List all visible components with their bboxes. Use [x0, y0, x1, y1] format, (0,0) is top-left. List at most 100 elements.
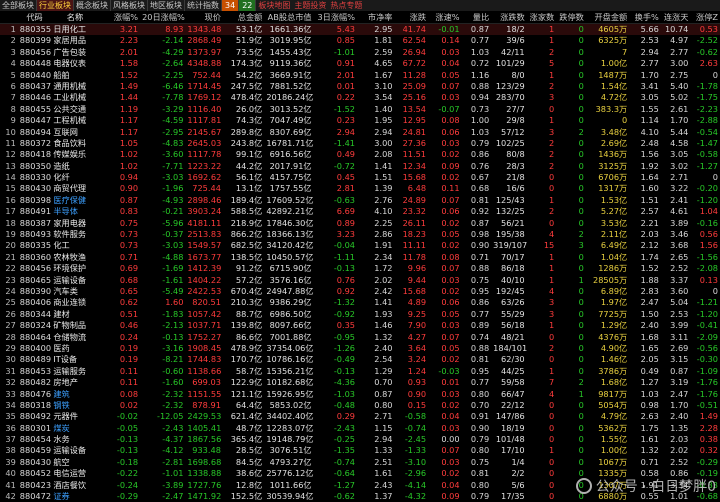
table-cell: 0: [549, 491, 555, 502]
table-row[interactable]: 16 880398 医疗保健 0.87 -4.93 2898.46 189.4亿 17609.…: [0, 195, 720, 206]
table-row[interactable]: 36 880301 煤炭 -0.05 -2.43 1405.41 48.7亿 12283.07…: [0, 423, 720, 434]
table-row[interactable]: 21 880360 农林牧渔 0.71 -4.88 1673.77 138.5亿 10450.…: [0, 252, 720, 263]
table-row[interactable]: 2 880399 家居用品 2.23 -2.14 2868.49 51.9亿 3019.95亿…: [0, 35, 720, 46]
table-row[interactable]: 28 880464 仓储物流 0.24 -0.13 1752.27 86.6亿 7001.88…: [0, 332, 720, 343]
table-row[interactable]: 8 880455 公共交通 1.19 -3.29 1116.40 26.0亿 3013.52亿…: [0, 104, 720, 115]
table-row[interactable]: 30 880489 IT设备 0.19 -8.21 1744.83 170.7亿 10786.…: [0, 354, 720, 365]
table-cell: 0.03: [441, 422, 460, 433]
table-row[interactable]: 12 880418 传媒娱乐 1.02 -3.60 1117.78 99.1亿 6916.56…: [0, 149, 720, 160]
table-row[interactable]: 3 880456 广告包装 2.01 -4.29 1373.97 73.5亿 1455.43亿…: [0, 47, 720, 58]
tab-9[interactable]: 主题投资: [292, 0, 328, 11]
table-row[interactable]: 26 880344 建材 0.51 -1.83 1057.42 88.7亿 6986.50亿 -…: [0, 309, 720, 320]
table-row[interactable]: 37 880454 水务 -0.13 -4.37 1867.56 365.4亿 19148.7…: [0, 434, 720, 445]
column-header[interactable]: 涨跌数: [491, 11, 527, 23]
table-cell: 农林牧渔: [53, 251, 87, 262]
table-row[interactable]: 29 880400 医药 0.19 -3.16 1908.45 478.9亿 37354.06…: [0, 343, 720, 354]
table-cell: 2: [549, 149, 555, 160]
table-cell: 电器仪表: [53, 58, 87, 69]
column-header[interactable]: 涨跌: [395, 11, 429, 23]
table-row[interactable]: 34 880318 钢铁 0.02 -2.32 878.91 64.4亿 5853.02亿 -0…: [0, 400, 720, 411]
tab-5[interactable]: 统计指数: [185, 0, 222, 11]
table-cell: 2.43: [374, 479, 393, 490]
table-row[interactable]: 23 880465 运输设备 0.68 -1.61 1404.22 57.2亿 3576.16…: [0, 275, 720, 286]
table-row[interactable]: 5 880440 船舶 1.52 -2.25 752.44 54.2亿 3669.91亿 2.0…: [0, 70, 720, 81]
column-header[interactable]: 涨速%: [428, 11, 462, 23]
column-header[interactable]: 3日涨幅%: [314, 11, 357, 23]
table-cell: 0.07: [441, 80, 460, 91]
table-cell: 2: [549, 46, 555, 57]
table-cell: 2.52: [670, 456, 689, 467]
table-cell: 2.63: [640, 411, 659, 422]
table-row[interactable]: 33 880476 建筑 0.08 -2.32 1151.55 121.1亿 15926.95…: [0, 389, 720, 400]
column-header[interactable]: 换手%: [629, 11, 661, 23]
table-cell: 0.80: [470, 479, 490, 490]
table-row[interactable]: 27 880324 矿物制品 0.46 -2.13 1037.71 139.8亿 8097.6…: [0, 320, 720, 331]
table-cell: 1: [549, 263, 555, 274]
table-row[interactable]: 4 880448 电器仪表 1.58 -2.64 4348.88 174.3亿 9119.36…: [0, 58, 720, 69]
table-row[interactable]: 10 880494 互联网 1.17 -2.95 2145.67 289.8亿 8307.69…: [0, 127, 720, 138]
table-row[interactable]: 1 880355 日用化工 3.21 8.93 1343.48 53.1亿 1661.36亿 5…: [0, 24, 720, 36]
table-cell: 64.4亿: [235, 399, 263, 410]
table-cell: 18.23: [402, 229, 427, 240]
table-row[interactable]: 24 880390 汽车类 0.65 -5.49 2422.53 670.4亿 24947.8…: [0, 286, 720, 297]
table-cell: 2.69亿: [600, 137, 628, 148]
tab-1[interactable]: 行业板块: [37, 0, 74, 11]
tab-2[interactable]: 概念板块: [74, 0, 111, 11]
table-cell: 1: [578, 388, 584, 399]
column-header[interactable]: 连涨天: [661, 11, 691, 23]
table-row[interactable]: 20 880335 化工 0.73 -3.03 1549.57 682.5亿 34120.42…: [0, 240, 720, 251]
column-header[interactable]: 量比: [462, 11, 492, 23]
table-row[interactable]: 17 880491 半导体 0.83 -0.21 3903.24 588.5亿 42892.2…: [0, 206, 720, 217]
table-cell: 880489: [19, 354, 52, 365]
table-cell: 0: [549, 103, 555, 114]
table-cell: 121.1亿: [230, 388, 263, 399]
column-header[interactable]: 跌停数: [556, 11, 586, 23]
table-row[interactable]: 6 880437 通用机械 1.49 -6.46 1714.45 247.5亿 7881.52…: [0, 81, 720, 92]
table-row[interactable]: 13 880350 造纸 1.02 -7.71 1223.22 44.2亿 2017.91亿 -…: [0, 161, 720, 172]
table-row[interactable]: 35 880492 元器件 -0.02 -12.05 2429.53 621.4亿 34402…: [0, 411, 720, 422]
column-header[interactable]: 现价: [185, 11, 222, 23]
column-header[interactable]: 总金额: [223, 11, 264, 23]
table-cell: 工业机械: [53, 92, 87, 103]
table-row[interactable]: 18 880387 家用电器 0.75 -5.96 4181.11 218.9亿 17846.…: [0, 218, 720, 229]
table-cell: 1: [549, 365, 555, 376]
table-row[interactable]: 32 880482 房地产 0.11 -1.60 699.03 122.9亿 10182.68…: [0, 377, 720, 388]
table-cell: 880335: [19, 240, 52, 251]
table-row[interactable]: 11 880372 食品饮料 1.05 -4.83 2645.03 243.8亿 16781.…: [0, 138, 720, 149]
table-cell: 家用电器: [53, 217, 87, 228]
tab-4[interactable]: 地区板块: [148, 0, 185, 11]
table-row[interactable]: 38 880459 运输设备 -0.13 -4.12 933.48 28.5亿 3076.51…: [0, 445, 720, 456]
column-header[interactable]: 20日涨幅%: [140, 11, 185, 23]
column-header[interactable]: AB股总市值: [264, 11, 313, 23]
table-cell: 1769.12: [187, 92, 222, 103]
column-header[interactable]: [0, 11, 18, 23]
column-header[interactable]: 涨家数: [527, 11, 557, 23]
table-row[interactable]: 7 880446 工业机械 1.44 -7.78 1769.12 478.4亿 20186.2…: [0, 92, 720, 103]
table-row[interactable]: 19 880493 软件服务 0.73 -0.37 2513.83 866.2亿 18366.…: [0, 229, 720, 240]
table-row[interactable]: 9 880447 工程机械 1.17 -4.59 1117.81 74.3亿 7047.49亿…: [0, 115, 720, 126]
table-row[interactable]: 25 880406 商业连锁 0.62 1.60 820.51 210.3亿 9386.29亿…: [0, 297, 720, 308]
tab-0[interactable]: 全部板块: [0, 0, 37, 11]
table-cell: -2.52: [696, 35, 718, 46]
column-header[interactable]: 涨停Z: [690, 11, 720, 23]
tab-3[interactable]: 风格板块: [111, 0, 148, 11]
column-header[interactable]: 开盘金额: [586, 11, 629, 23]
column-header[interactable]: 市净率: [357, 11, 394, 23]
tab-7[interactable]: 22: [239, 0, 257, 11]
tab-10[interactable]: 热点专题: [328, 0, 364, 11]
table-row[interactable]: 31 880453 运输服务 0.11 -0.60 1138.66 58.7亿 15356.2…: [0, 366, 720, 377]
table-row[interactable]: 15 880430 商贸代理 0.90 -1.96 725.44 13.1亿 1757.55亿…: [0, 183, 720, 194]
table-row[interactable]: 14 880330 化纤 0.94 -3.03 1692.62 56.1亿 4157.75亿 0…: [0, 172, 720, 183]
table-cell: 食品饮料: [53, 137, 87, 148]
table-cell: 17: [5, 206, 16, 217]
column-header[interactable]: 涨幅%: [99, 11, 140, 23]
tab-8[interactable]: 板块地图: [256, 0, 292, 11]
tab-6[interactable]: 34: [222, 0, 240, 11]
table-cell: 289.8亿: [230, 126, 263, 137]
column-header[interactable]: 代码: [18, 11, 52, 23]
table-row[interactable]: 39 880430 航空 -0.18 -2.81 1698.68 84.5亿 4793.27亿…: [0, 457, 720, 468]
table-cell: 1692.62: [187, 172, 222, 183]
column-header[interactable]: 名称: [51, 11, 98, 23]
table-cell: 2.53: [670, 308, 689, 319]
table-row[interactable]: 22 880456 环境保护 0.69 -1.69 1412.39 91.2亿 6715.90…: [0, 263, 720, 274]
